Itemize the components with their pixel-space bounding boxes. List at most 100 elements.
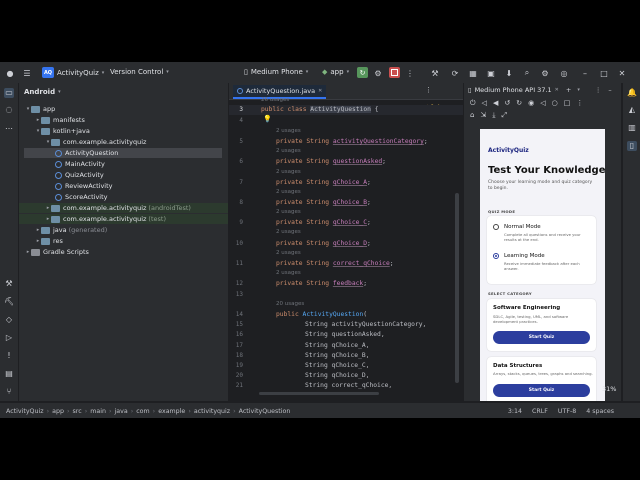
- tree-item-package[interactable]: ▾ com.example.activityquiz: [19, 137, 228, 147]
- tree-item-res[interactable]: ▸ res: [19, 236, 228, 246]
- breadcrumb-item[interactable]: ActivityQuestion: [239, 408, 291, 415]
- hammer-icon[interactable]: ⛏: [4, 297, 14, 307]
- line-separator[interactable]: CRLF: [532, 408, 548, 415]
- git-icon[interactable]: ⑂: [4, 387, 14, 397]
- cursor-position[interactable]: 3:14: [508, 408, 522, 415]
- normal-mode-radio[interactable]: [493, 224, 499, 230]
- more-tabs-icon[interactable]: ⋮: [425, 86, 432, 94]
- rotate-left-icon[interactable]: ↺: [504, 99, 510, 107]
- minimize-icon[interactable]: –: [580, 68, 590, 78]
- back-icon[interactable]: ◁: [540, 99, 545, 107]
- stop-button[interactable]: [389, 67, 400, 78]
- chevron-down-icon[interactable]: ▾: [577, 87, 580, 93]
- breadcrumb-item[interactable]: com: [136, 408, 149, 415]
- close-icon[interactable]: ✕: [617, 68, 627, 78]
- breadcrumb-item[interactable]: example: [158, 408, 185, 415]
- volume-down-icon[interactable]: ◀: [493, 99, 498, 107]
- gem-icon[interactable]: ◇: [4, 315, 14, 325]
- terminal-icon[interactable]: ▤: [4, 369, 14, 379]
- emulator-icon[interactable]: ▣: [486, 68, 496, 78]
- gradle-icon[interactable]: ◭: [627, 105, 637, 115]
- tree-item-reviewactivity[interactable]: ReviewActivity: [19, 181, 228, 191]
- more-icon[interactable]: ⋮: [576, 99, 583, 107]
- code-line-19: String qChoice_C,: [305, 362, 370, 369]
- maximize-icon[interactable]: □: [599, 68, 609, 78]
- volume-up-icon[interactable]: ◁: [482, 99, 487, 107]
- debug-icon[interactable]: ⚙: [373, 68, 383, 78]
- notifications-icon[interactable]: 🔔: [627, 88, 637, 98]
- breadcrumb-item[interactable]: app: [52, 408, 64, 415]
- tree-item-scoreactivity[interactable]: ScoreActivity: [19, 192, 228, 202]
- device-explorer-icon[interactable]: ▥: [627, 123, 637, 133]
- tree-item-activityquestion[interactable]: ActivityQuestion: [24, 148, 222, 158]
- rerun-button[interactable]: ↻: [357, 67, 368, 78]
- device-selector[interactable]: ▯ Medium Phone ▾: [244, 68, 308, 76]
- more-actions-icon[interactable]: ⋮: [405, 68, 415, 78]
- problems-icon[interactable]: !: [4, 351, 14, 361]
- commit-icon[interactable]: ◌: [4, 105, 14, 115]
- lightbulb-icon[interactable]: 💡: [263, 115, 272, 123]
- add-icon[interactable]: +: [566, 86, 571, 94]
- horizontal-scrollbar[interactable]: [259, 392, 379, 395]
- minimize-icon[interactable]: –: [608, 86, 611, 94]
- tree-item-gradle-scripts[interactable]: ▸ Gradle Scripts: [19, 247, 228, 257]
- project-selector[interactable]: AQ ActivityQuiz ▾: [42, 67, 104, 78]
- rotate-right-icon[interactable]: ↻: [516, 99, 522, 107]
- power-icon[interactable]: ⏻: [470, 99, 476, 108]
- settings-gear-icon[interactable]: ⚙: [540, 68, 550, 78]
- breadcrumb-item[interactable]: activityquiz: [194, 408, 230, 415]
- run-config-selector[interactable]: ◆ app ▾: [322, 68, 349, 76]
- search-icon[interactable]: ⌕: [522, 68, 532, 78]
- breadcrumb-item[interactable]: src: [72, 408, 81, 415]
- run-icon[interactable]: ▷: [4, 333, 14, 343]
- device-manager-icon[interactable]: ⚒: [430, 68, 440, 78]
- code-editor[interactable]: ActivityQuestion.java ✕ ⋮ ⚠9 ⌃ 26 usages…: [229, 83, 463, 401]
- device-tab[interactable]: ▯ Medium Phone API 37.1 ✕ + ▾ ⋮ –: [464, 83, 621, 97]
- start-quiz-button[interactable]: Start Quiz: [493, 384, 590, 397]
- tree-item-kotlin-java[interactable]: ▾ kotlin+java: [19, 126, 228, 136]
- main-menu-icon[interactable]: ☰: [22, 68, 32, 78]
- tree-item-manifests[interactable]: ▸ manifests: [19, 115, 228, 125]
- learning-mode-radio[interactable]: [493, 253, 499, 259]
- breadcrumb-item[interactable]: main: [90, 408, 106, 415]
- fold-icon[interactable]: ⇲: [480, 111, 486, 119]
- download-icon[interactable]: ⤓: [492, 111, 495, 120]
- tree-item-quizactivity[interactable]: QuizActivity: [19, 170, 228, 180]
- more-icon[interactable]: ⋮: [595, 86, 602, 94]
- package-icon: [51, 215, 60, 223]
- close-icon[interactable]: ✕: [555, 87, 559, 93]
- screenshot-icon[interactable]: ◉: [528, 99, 534, 107]
- version-control-menu[interactable]: Version Control ▾: [110, 68, 169, 76]
- zoom-icon[interactable]: ⤢: [501, 111, 507, 120]
- close-icon[interactable]: ✕: [318, 88, 322, 94]
- learning-mode-label[interactable]: Learning Mode: [504, 253, 545, 259]
- tree-item-mainactivity[interactable]: MainActivity: [19, 159, 228, 169]
- tree-item-package-androidtest[interactable]: ▸ com.example.activityquiz (androidTest): [19, 203, 228, 213]
- android-studio-icon[interactable]: ●: [5, 68, 15, 78]
- more-tools-icon[interactable]: …: [4, 122, 14, 132]
- start-quiz-button[interactable]: Start Quiz: [493, 331, 590, 344]
- build-icon[interactable]: ⚒: [4, 279, 14, 289]
- ide-window: ● ☰ AQ ActivityQuiz ▾ Version Control ▾ …: [0, 62, 640, 418]
- field-name: questionAsked: [332, 158, 383, 165]
- tree-item-package-test[interactable]: ▸ com.example.activityquiz (test): [19, 214, 228, 224]
- sync-icon[interactable]: ⟳: [450, 68, 460, 78]
- home-icon[interactable]: ○: [552, 99, 558, 107]
- running-devices-icon[interactable]: ▯: [627, 141, 637, 151]
- layout-inspector-icon[interactable]: ▦: [468, 68, 478, 78]
- indent-setting[interactable]: 4 spaces: [586, 408, 614, 415]
- vertical-scrollbar[interactable]: [455, 193, 459, 383]
- normal-mode-label[interactable]: Normal Mode: [504, 224, 541, 230]
- snapshot-icon[interactable]: ⌂: [470, 111, 474, 119]
- tree-item-java-generated[interactable]: ▸ java (generated): [19, 225, 228, 235]
- project-folder-icon[interactable]: ▭: [4, 88, 14, 98]
- file-encoding[interactable]: UTF-8: [558, 408, 576, 415]
- breadcrumb-item[interactable]: java: [114, 408, 127, 415]
- sdk-icon[interactable]: ⬇: [504, 68, 514, 78]
- tree-item-app[interactable]: ▾ app: [19, 104, 228, 114]
- phone-screen[interactable]: ActivityQuiz Test Your Knowledge Choose …: [480, 129, 605, 401]
- overview-icon[interactable]: □: [564, 99, 571, 107]
- project-view-selector[interactable]: Android ▾: [19, 83, 228, 101]
- account-icon[interactable]: ◎: [559, 68, 569, 78]
- breadcrumb-item[interactable]: ActivityQuiz: [6, 408, 44, 415]
